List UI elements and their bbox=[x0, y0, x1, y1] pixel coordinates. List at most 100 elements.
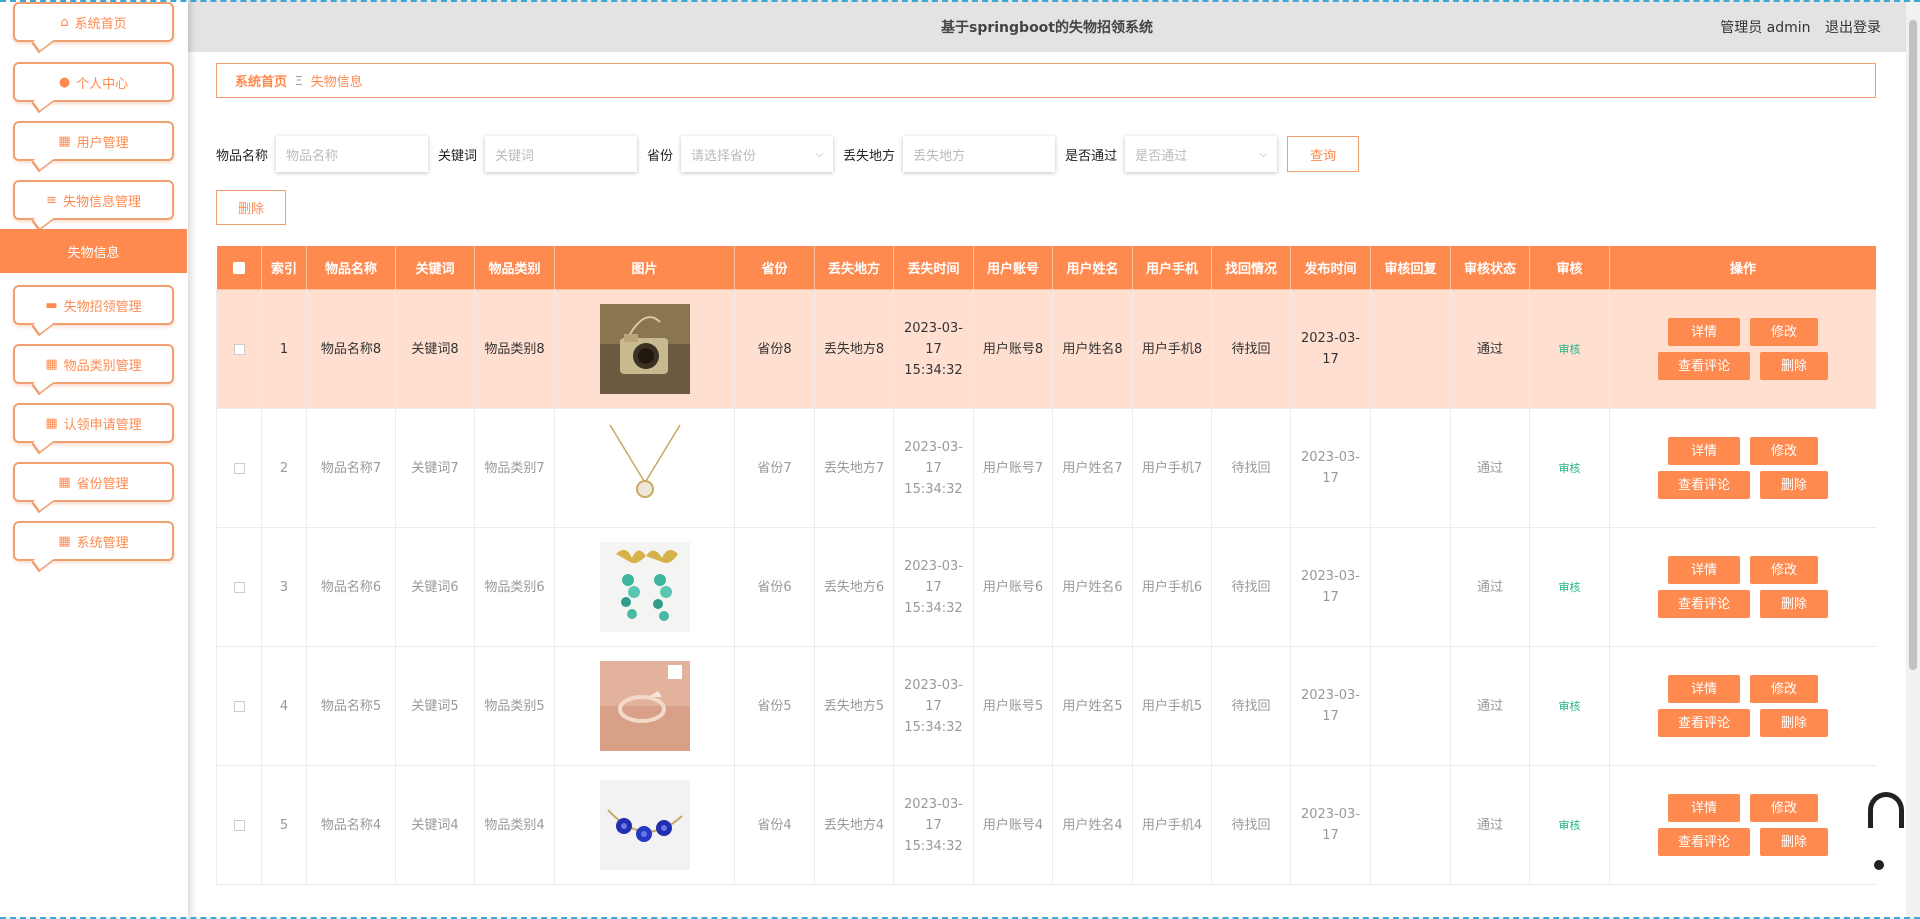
category-cell: 物品类别5 bbox=[474, 646, 555, 766]
sidebar-item-home[interactable]: ⌂ 系统首页 bbox=[13, 2, 174, 42]
view-comments-button[interactable]: 查看评论 bbox=[1658, 471, 1750, 499]
place-input[interactable]: 丢失地方 bbox=[903, 136, 1056, 172]
col-header: 图片 bbox=[554, 245, 735, 290]
delete-button[interactable]: 删除 bbox=[1760, 352, 1828, 380]
audit-cell: 审核 bbox=[1529, 765, 1610, 885]
page-scrollbar[interactable] bbox=[1906, 0, 1920, 919]
delete-button[interactable]: 删除 bbox=[1760, 590, 1828, 618]
sidebar-item-system[interactable]: ▦ 系统管理 bbox=[13, 521, 174, 561]
breadcrumb-separator-icon: Ξ bbox=[295, 73, 303, 88]
grid-icon: ▦ bbox=[58, 474, 71, 490]
pass-select[interactable]: 是否通过 ⌵ bbox=[1125, 136, 1278, 172]
publish-cell: 2023-03-17 bbox=[1290, 289, 1371, 409]
delete-button[interactable]: 删除 bbox=[1760, 828, 1828, 856]
province-placeholder: 请选择省份 bbox=[691, 148, 757, 164]
audit-link[interactable]: 审核 bbox=[1559, 581, 1581, 594]
audit-link[interactable]: 审核 bbox=[1559, 819, 1581, 832]
breadcrumb-current: 失物信息 bbox=[310, 75, 363, 90]
delete-button[interactable]: 删除 bbox=[1760, 471, 1828, 499]
row-checkbox[interactable] bbox=[233, 581, 245, 593]
keyword-input[interactable]: 关键词 bbox=[485, 136, 638, 172]
province-cell: 省份4 bbox=[734, 765, 815, 885]
index-cell: 2 bbox=[261, 408, 307, 528]
row-select-cell[interactable] bbox=[216, 527, 262, 647]
username-cell: 用户姓名4 bbox=[1052, 765, 1133, 885]
keyword-cell: 关键词4 bbox=[395, 765, 475, 885]
edit-button[interactable]: 修改 bbox=[1750, 556, 1818, 584]
edit-button[interactable]: 修改 bbox=[1750, 794, 1818, 822]
detail-button[interactable]: 详情 bbox=[1668, 437, 1740, 465]
logout-link[interactable]: 退出登录 bbox=[1825, 20, 1881, 36]
view-comments-button[interactable]: 查看评论 bbox=[1658, 590, 1750, 618]
reply-cell bbox=[1370, 289, 1451, 409]
name-placeholder: 物品名称 bbox=[286, 148, 339, 164]
detail-button[interactable]: 详情 bbox=[1668, 556, 1740, 584]
view-comments-button[interactable]: 查看评论 bbox=[1658, 352, 1750, 380]
select-all-checkbox[interactable] bbox=[233, 261, 245, 274]
sidebar-item-lost-found[interactable]: ▬ 失物招领管理 bbox=[13, 285, 174, 325]
audit-link[interactable]: 审核 bbox=[1559, 700, 1581, 713]
sidebar-subitem-lost-info[interactable]: 失物信息 bbox=[0, 229, 187, 273]
row-checkbox[interactable] bbox=[233, 700, 245, 712]
select-all-cell[interactable] bbox=[216, 245, 262, 290]
query-button[interactable]: 查询 bbox=[1287, 136, 1360, 172]
audit-link[interactable]: 审核 bbox=[1559, 343, 1581, 356]
row-select-cell[interactable] bbox=[216, 646, 262, 766]
row-select-cell[interactable] bbox=[216, 765, 262, 885]
row-select-cell[interactable] bbox=[216, 408, 262, 528]
sidebar-item-users[interactable]: ▦ 用户管理 bbox=[13, 121, 174, 161]
floating-widget-icon[interactable] bbox=[1868, 792, 1904, 828]
province-select[interactable]: 请选择省份 ⌵ bbox=[681, 136, 834, 172]
edit-button[interactable]: 修改 bbox=[1750, 318, 1818, 346]
status-cell: 通过 bbox=[1450, 289, 1530, 409]
sidebar-item-label: 个人中心 bbox=[76, 76, 129, 92]
province-label: 省份 bbox=[647, 148, 674, 164]
view-comments-button[interactable]: 查看评论 bbox=[1658, 709, 1750, 737]
bracelet-photo-icon bbox=[599, 780, 690, 870]
breadcrumb-home[interactable]: 系统首页 bbox=[235, 71, 287, 90]
name-label: 物品名称 bbox=[216, 148, 269, 164]
sidebar-item-categories[interactable]: ▦ 物品类别管理 bbox=[13, 344, 174, 384]
col-header: 用户手机 bbox=[1132, 245, 1212, 290]
sidebar-item-claims[interactable]: ▦ 认领申请管理 bbox=[13, 403, 174, 443]
detail-button[interactable]: 详情 bbox=[1668, 794, 1740, 822]
sidebar-item-profile[interactable]: ● 个人中心 bbox=[13, 62, 174, 102]
name-cell: 物品名称4 bbox=[306, 765, 396, 885]
sidebar-item-provinces[interactable]: ▦ 省份管理 bbox=[13, 462, 174, 502]
publish-cell: 2023-03-17 bbox=[1290, 527, 1371, 647]
col-header: 物品类别 bbox=[474, 245, 555, 290]
table-row: 4 物品名称5 关键词5 物品类别5 省份5 丢失地方5 2023-03-17 … bbox=[216, 646, 1876, 766]
edit-button[interactable]: 修改 bbox=[1750, 437, 1818, 465]
status-cell: 通过 bbox=[1450, 765, 1530, 885]
sidebar-item-lost-info[interactable]: ≡ 失物信息管理 bbox=[13, 180, 174, 220]
audit-link[interactable]: 审核 bbox=[1559, 462, 1581, 475]
delete-button[interactable]: 删除 bbox=[1760, 709, 1828, 737]
status-cell: 通过 bbox=[1450, 646, 1530, 766]
view-comments-button[interactable]: 查看评论 bbox=[1658, 828, 1750, 856]
col-header: 丢失时间 bbox=[893, 245, 974, 290]
actions-cell: 详情 修改 查看评论 删除 bbox=[1609, 527, 1876, 647]
table-row: 3 物品名称6 关键词6 物品类别6 省份6 丢失地方6 2023-03-17 … bbox=[216, 527, 1876, 647]
edit-button[interactable]: 修改 bbox=[1750, 675, 1818, 703]
status-cell: 通过 bbox=[1450, 408, 1530, 528]
scrollbar-thumb[interactable] bbox=[1909, 20, 1917, 670]
table-header-row: 索引 物品名称 关键词 物品类别 图片 省份 丢失地方 丢失时间 用户账号 用户… bbox=[216, 245, 1876, 290]
row-checkbox[interactable] bbox=[233, 462, 245, 474]
detail-button[interactable]: 详情 bbox=[1668, 675, 1740, 703]
province-cell: 省份8 bbox=[734, 289, 815, 409]
chevron-down-icon: ⌵ bbox=[815, 148, 824, 160]
name-input[interactable]: 物品名称 bbox=[276, 136, 429, 172]
row-select-cell[interactable] bbox=[216, 289, 262, 409]
province-cell: 省份6 bbox=[734, 527, 815, 647]
username-cell: 用户姓名7 bbox=[1052, 408, 1133, 528]
col-header: 审核 bbox=[1529, 245, 1610, 290]
keyword-cell: 关键词5 bbox=[395, 646, 475, 766]
detail-button[interactable]: 详情 bbox=[1668, 318, 1740, 346]
batch-delete-button[interactable]: 删除 bbox=[216, 190, 286, 225]
current-user: 管理员 admin bbox=[1720, 20, 1811, 36]
image-cell bbox=[554, 646, 735, 766]
row-checkbox[interactable] bbox=[233, 819, 245, 831]
actions-cell: 详情 修改 查看评论 删除 bbox=[1609, 765, 1876, 885]
row-checkbox[interactable] bbox=[233, 343, 245, 355]
category-cell: 物品类别7 bbox=[474, 408, 555, 528]
